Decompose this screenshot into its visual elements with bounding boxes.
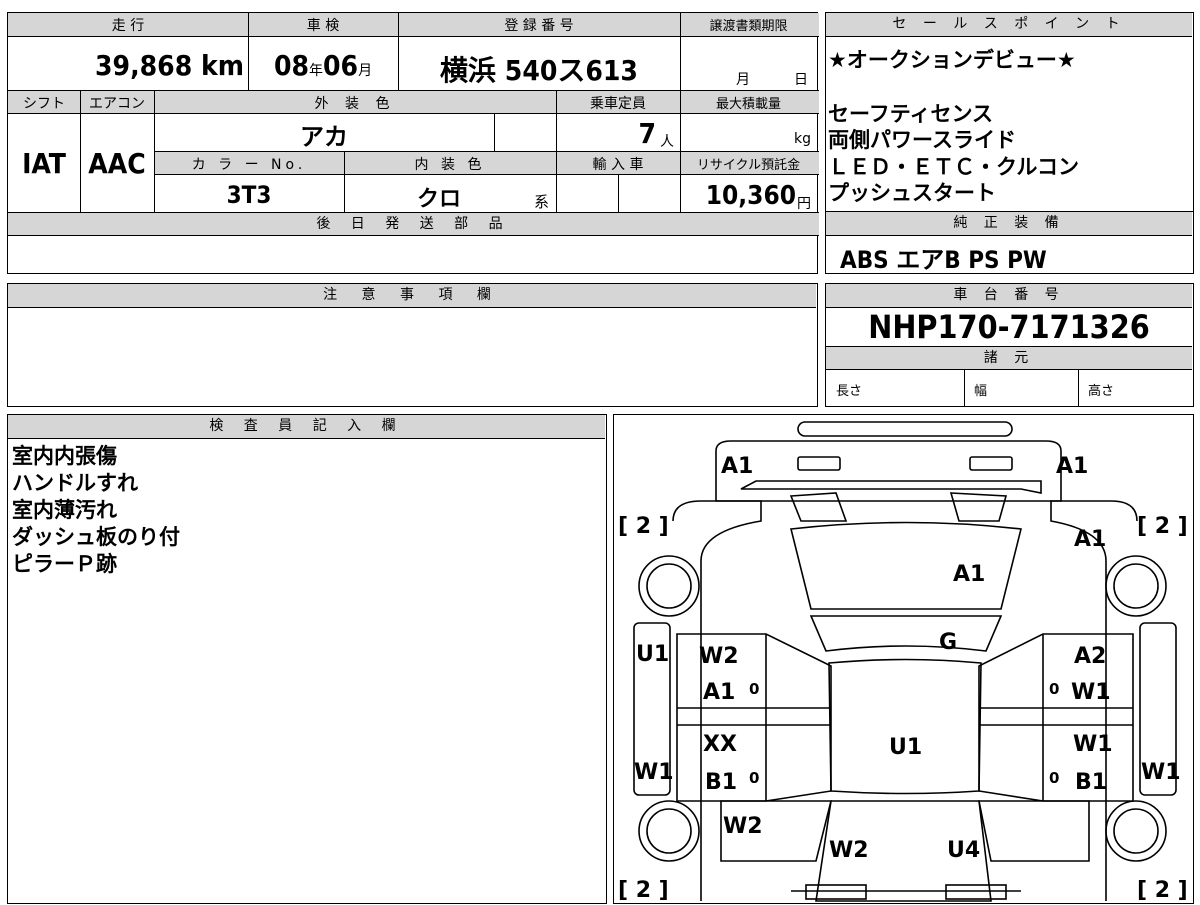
equipment-box: 純 正 装 備 ABS エアB PS PW xyxy=(825,211,1194,274)
damage-label: U4 xyxy=(947,838,980,863)
exterior-color-label: 外 装 色 xyxy=(314,96,396,112)
aircon-value: AAC xyxy=(88,147,146,180)
car-diagram-box: [ 2 ] [ 2 ] [ 2 ] [ 2 ] A1 A1 A1 A1 G U1… xyxy=(613,414,1194,904)
registration-label: 登 録 番 号 xyxy=(504,18,574,34)
shift-label: シフト xyxy=(23,96,65,112)
damage-label: W2 xyxy=(829,838,869,863)
equipment-header: 純 正 装 備 xyxy=(826,212,1192,236)
capacity-value: 7 xyxy=(638,117,656,150)
later-parts-label: 後 日 発 送 部 品 xyxy=(8,212,819,236)
damage-label: W2 xyxy=(699,644,739,669)
mileage-value: 39,868 km xyxy=(95,49,244,82)
grid-line xyxy=(1078,370,1079,406)
zero-mark: 0 xyxy=(1049,769,1059,787)
equipment-value: ABS エアB PS PW xyxy=(840,246,1047,274)
inspector-note: ハンドルすれ xyxy=(12,471,138,495)
width-label: 幅 xyxy=(974,384,988,399)
capacity-label: 乗車定員 xyxy=(590,96,646,112)
registration-value: 横浜 540ス613 xyxy=(440,54,638,87)
inspector-note: ダッシュ板のり付 xyxy=(12,525,180,549)
damage-label: A1 xyxy=(1074,527,1106,552)
inspector-note: ピラーＰ跡 xyxy=(12,552,117,576)
grid-line xyxy=(618,175,619,212)
damage-label: A1 xyxy=(703,680,735,705)
damage-label: W2 xyxy=(723,814,763,839)
aircon-label: エアコン xyxy=(89,96,145,112)
damage-label: W1 xyxy=(1071,680,1111,705)
bracket-label: [ 2 ] xyxy=(618,514,669,539)
inspection-date: 08年06月 xyxy=(273,49,373,82)
transfer-deadline-label: 譲渡書類期限 xyxy=(709,19,788,34)
damage-label: B1 xyxy=(1075,770,1107,795)
damage-label: U1 xyxy=(636,642,669,667)
grid-line xyxy=(80,90,81,212)
grid-line xyxy=(494,114,495,151)
grid-line xyxy=(556,90,557,212)
damage-label: W1 xyxy=(1073,732,1113,757)
grid-line xyxy=(398,13,399,90)
chassis-number: NHP170-7171326 xyxy=(868,308,1150,346)
damage-label: G xyxy=(939,630,957,655)
inspection-label: 車 検 xyxy=(306,18,340,34)
grid-line xyxy=(964,370,965,406)
grid-line xyxy=(248,13,249,90)
notes-header: 注 意 事 項 欄 xyxy=(8,284,816,308)
notes-box: 注 意 事 項 欄 xyxy=(7,283,818,407)
sales-point-line: プッシュスタート xyxy=(828,181,996,205)
inspector-note: 室内薄汚れ xyxy=(12,498,117,522)
max-load-unit: kg xyxy=(794,131,811,147)
zero-mark: 0 xyxy=(1049,680,1059,698)
transfer-day-unit: 日 xyxy=(794,72,808,88)
recycle-label: リサイクル預託金 xyxy=(696,158,801,173)
bracket-label: [ 2 ] xyxy=(1137,878,1188,903)
damage-label: A1 xyxy=(953,562,985,587)
height-label: 高さ xyxy=(1088,384,1115,399)
chassis-box: 車 台 番 号 NHP170-7171326 諸 元 長さ 幅 高さ xyxy=(825,283,1194,407)
recycle-unit: 円 xyxy=(797,196,811,212)
color-no-value: 3T3 xyxy=(226,181,272,209)
vehicle-info-table: 走 行 車 検 登 録 番 号 譲渡書類期限 39,868 km 08年06月 … xyxy=(7,12,819,274)
chassis-header: 車 台 番 号 xyxy=(826,284,1192,308)
recycle-value: 10,360 xyxy=(705,181,796,211)
damage-label: A2 xyxy=(1074,644,1106,669)
damage-label: B1 xyxy=(705,770,737,795)
grid-line xyxy=(680,13,681,212)
damage-label: A1 xyxy=(1056,454,1088,479)
sales-points-header: セ ー ル ス ポ イ ン ト xyxy=(826,13,1192,37)
interior-color-label: 内 装 色 xyxy=(414,157,486,173)
exterior-color-value: アカ xyxy=(300,123,348,151)
inspector-box: 検 査 員 記 入 欄 室内内張傷 ハンドルすれ 室内薄汚れ ダッシュ板のり付 … xyxy=(7,414,607,904)
interior-color-value: クロ xyxy=(416,187,461,212)
bracket-label: [ 2 ] xyxy=(1137,514,1188,539)
grid-line xyxy=(344,151,345,212)
damage-label: A1 xyxy=(721,454,753,479)
specs-header: 諸 元 xyxy=(826,346,1192,370)
max-load-label: 最大積載量 xyxy=(715,97,781,112)
import-label: 輸 入 車 xyxy=(592,157,644,173)
grid-line xyxy=(154,90,155,212)
sales-point-line: セーフティセンス xyxy=(828,102,994,126)
transfer-month-unit: 月 xyxy=(736,72,750,88)
inspector-header: 検 査 員 記 入 欄 xyxy=(8,415,605,439)
capacity-unit: 人 xyxy=(660,134,674,150)
damage-label: U1 xyxy=(889,735,922,760)
color-no-label: カ ラ ー No. xyxy=(191,157,307,173)
zero-mark: 0 xyxy=(749,769,759,787)
sales-point-line: ★オークションデビュー★ xyxy=(828,48,1076,72)
car-diagram: [ 2 ] [ 2 ] [ 2 ] [ 2 ] A1 A1 A1 A1 G U1… xyxy=(618,421,1188,903)
damage-label: XX xyxy=(703,732,737,757)
bracket-label: [ 2 ] xyxy=(618,878,669,903)
shift-value: IAT xyxy=(22,147,66,180)
damage-label: W1 xyxy=(634,760,674,785)
inspector-note: 室内内張傷 xyxy=(12,444,117,468)
damage-label: W1 xyxy=(1141,760,1181,785)
zero-mark: 0 xyxy=(749,680,759,698)
interior-color-suffix: 系 xyxy=(534,193,550,211)
sales-points-box: セ ー ル ス ポ イ ン ト ★オークションデビュー★ セーフティセンス 両側… xyxy=(825,12,1194,212)
mileage-label: 走 行 xyxy=(111,18,145,34)
sales-point-line: 両側パワースライド xyxy=(828,128,1016,152)
length-label: 長さ xyxy=(836,384,863,399)
sales-point-line: ＬＥＤ・ＥＴＣ・クルコン xyxy=(828,155,1079,179)
